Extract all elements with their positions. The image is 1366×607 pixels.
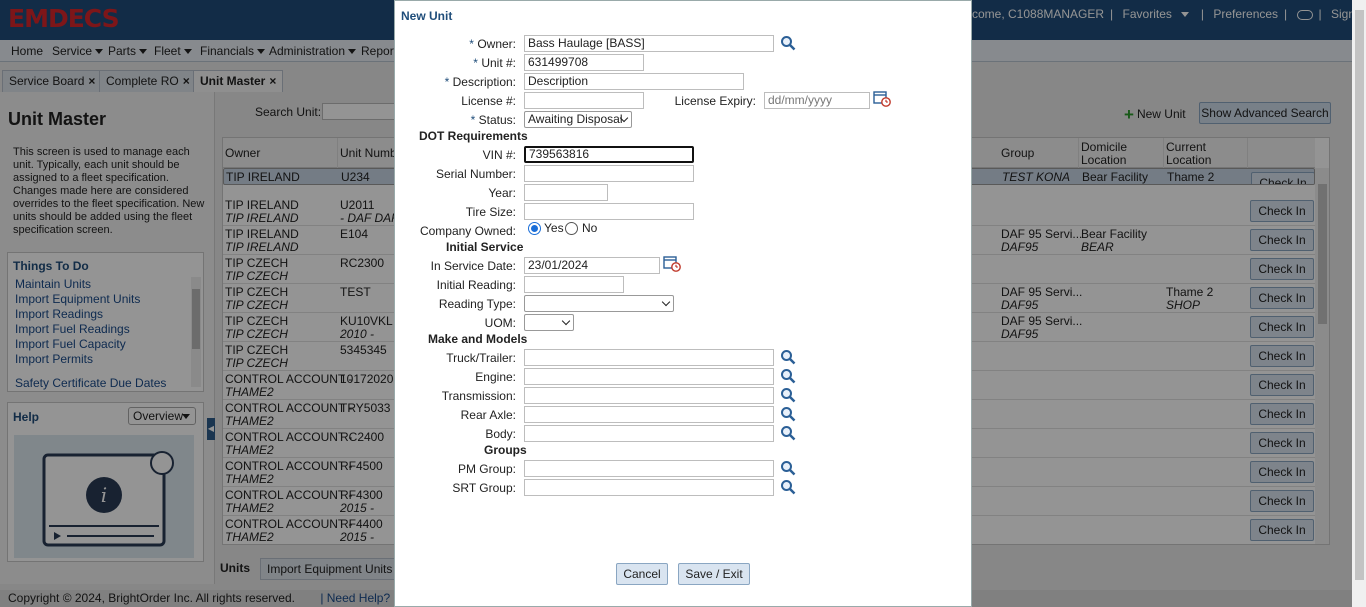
reading-type-label: Reading Type:: [438, 297, 516, 311]
engine-field[interactable]: [524, 368, 774, 385]
srt-group-label: SRT Group:: [452, 481, 516, 495]
description-field[interactable]: Description: [524, 73, 744, 90]
serial-number-field[interactable]: [524, 165, 694, 182]
initial-reading-label: Initial Reading:: [436, 278, 516, 292]
save-exit-button[interactable]: Save / Exit: [678, 563, 750, 585]
rear-axle-search-icon[interactable]: [780, 406, 796, 422]
license-expiry-field[interactable]: dd/mm/yyyy: [764, 92, 870, 109]
tire-size-field[interactable]: [524, 203, 694, 220]
transmission-field[interactable]: [524, 387, 774, 404]
company-owned-yes-radio[interactable]: [528, 222, 541, 235]
engine-label: Engine:: [475, 370, 516, 384]
page-scrollbar[interactable]: [1352, 0, 1366, 607]
pm-group-search-icon[interactable]: [780, 460, 796, 476]
engine-search-icon[interactable]: [780, 368, 796, 384]
status-label: * Status:: [470, 113, 516, 127]
body-field[interactable]: [524, 425, 774, 442]
truck-trailer-field[interactable]: [524, 349, 774, 366]
pm-group-label: PM Group:: [457, 462, 516, 476]
owner-search-icon[interactable]: [780, 35, 796, 51]
license-expiry-calendar-icon[interactable]: [873, 90, 891, 108]
vin-label: VIN #:: [482, 148, 516, 162]
in-service-date-label: In Service Date:: [430, 259, 516, 273]
body-search-icon[interactable]: [780, 425, 796, 441]
tire-size-label: Tire Size:: [465, 205, 516, 219]
company-owned-yes-label: Yes: [544, 221, 564, 235]
company-owned-no-label: No: [582, 221, 598, 235]
rear-axle-field[interactable]: [524, 406, 774, 423]
dot-requirements-heading: DOT Requirements: [419, 129, 528, 143]
srt-group-search-icon[interactable]: [780, 479, 796, 495]
in-service-date-calendar-icon[interactable]: [663, 255, 681, 273]
vin-field[interactable]: 739563816: [524, 146, 694, 163]
license-expiry-label: License Expiry:: [674, 94, 756, 108]
company-owned-no-radio[interactable]: [565, 222, 578, 235]
license-field[interactable]: [524, 92, 644, 109]
cancel-button[interactable]: Cancel: [616, 563, 668, 585]
license-label: License #:: [461, 94, 516, 108]
year-field[interactable]: [524, 184, 608, 201]
in-service-date-field[interactable]: 23/01/2024: [524, 257, 660, 274]
uom-label: UOM:: [484, 316, 516, 330]
body-label: Body:: [485, 427, 516, 441]
truck-trailer-label: Truck/Trailer:: [446, 351, 516, 365]
owner-field[interactable]: Bass Haulage [BASS]: [524, 35, 774, 52]
unit-number-label: * Unit #:: [473, 56, 516, 70]
make-and-models-heading: Make and Models: [428, 332, 528, 346]
dialog-title: New Unit: [401, 9, 453, 23]
chevron-down-icon: [661, 297, 671, 307]
initial-service-heading: Initial Service: [446, 240, 524, 254]
company-owned-label: Company Owned:: [419, 224, 516, 238]
chevron-down-icon: [561, 316, 571, 326]
initial-reading-field[interactable]: [524, 276, 624, 293]
pm-group-field[interactable]: [524, 460, 774, 477]
srt-group-field[interactable]: [524, 479, 774, 496]
transmission-search-icon[interactable]: [780, 387, 796, 403]
rear-axle-label: Rear Axle:: [460, 408, 516, 422]
status-select[interactable]: Awaiting Disposal: [524, 111, 632, 128]
truck-trailer-search-icon[interactable]: [780, 349, 796, 365]
unit-number-field[interactable]: 631499708: [524, 54, 644, 71]
reading-type-select[interactable]: [524, 295, 674, 312]
uom-select[interactable]: [524, 314, 574, 331]
description-label: * Description:: [444, 75, 516, 89]
owner-label: * Owner:: [469, 37, 516, 51]
year-label: Year:: [488, 186, 516, 200]
groups-heading: Groups: [484, 443, 527, 457]
new-unit-dialog: New Unit * Owner: Bass Haulage [BASS] * …: [394, 0, 972, 607]
transmission-label: Transmission:: [441, 389, 516, 403]
serial-number-label: Serial Number:: [435, 167, 516, 181]
